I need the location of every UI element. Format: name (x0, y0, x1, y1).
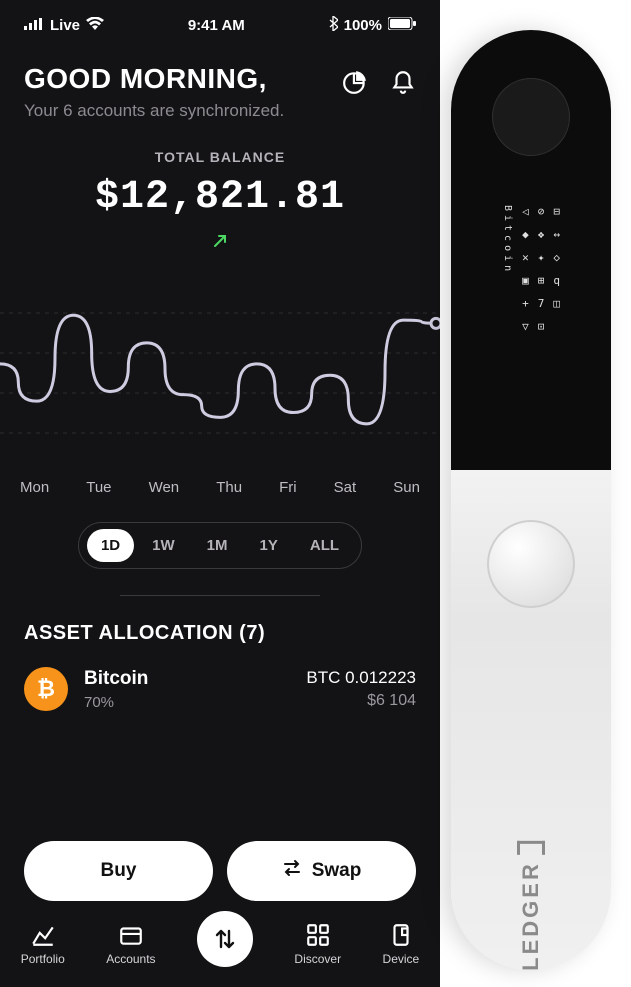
divider (120, 595, 320, 596)
battery-icon (388, 17, 416, 34)
total-balance-label: TOTAL BALANCE (0, 149, 440, 165)
nav-device[interactable]: Device (383, 922, 420, 966)
asset-share: 70% (84, 694, 148, 711)
asset-allocation-section: ASSET ALLOCATION (7) ₿ Bitcoin 70% BTC 0… (0, 622, 440, 711)
x-tick: Wen (149, 479, 180, 496)
device-glyph: ⊟ (553, 205, 560, 218)
ledger-device: Bitcoin ◁ ◆ ✕ ▣ + ▽ ⊘ ❖ ✦ ⊞ 7 ⊡ ⊟ ↔ ◇ q ◫ LEDGER (451, 30, 611, 970)
nav-portfolio[interactable]: Portfolio (21, 922, 65, 966)
device-glyph: ◫ (553, 297, 560, 310)
ledger-brand-text: LEDGER (518, 861, 544, 970)
balance-chart[interactable] (0, 283, 440, 463)
device-glyph: 7 (538, 297, 545, 310)
chart-x-axis: Mon Tue Wen Thu Fri Sat Sun (0, 463, 440, 496)
device-glyph: ◁ (522, 205, 529, 218)
device-glyph: ↔ (553, 228, 560, 241)
asset-allocation-heading: ASSET ALLOCATION (7) (24, 622, 416, 645)
x-tick: Tue (86, 479, 111, 496)
device-glyph: ◇ (553, 251, 560, 264)
device-glyph: + (522, 297, 529, 310)
swap-button-label: Swap (312, 860, 362, 882)
wifi-icon (86, 17, 104, 34)
buy-button-label: Buy (101, 860, 137, 882)
x-tick: Sun (393, 479, 420, 496)
greeting-subtitle: Your 6 accounts are synchronized. (24, 101, 284, 121)
device-glyph: ✕ (522, 251, 529, 264)
device-glyph: ◆ (522, 228, 529, 241)
signal-icon (24, 17, 44, 34)
device-glyph: q (553, 274, 560, 287)
ledger-brand: LEDGER (517, 841, 545, 970)
header: GOOD MORNING, Your 6 accounts are synchr… (0, 45, 440, 131)
device-screen-label: Bitcoin (502, 205, 513, 275)
swap-icon (282, 859, 302, 883)
device-screen: Bitcoin ◁ ◆ ✕ ▣ + ▽ ⊘ ❖ ✦ ⊞ 7 ⊡ ⊟ ↔ ◇ q ◫ (475, 205, 587, 440)
nav-transfer-button[interactable] (197, 911, 253, 967)
bottom-nav: Portfolio Accounts Discover Device (0, 901, 440, 987)
bluetooth-icon (329, 16, 338, 35)
battery-label: 100% (344, 17, 382, 34)
range-option-1m[interactable]: 1M (193, 529, 242, 562)
statusbar: Live 9:41 AM 100% (0, 0, 440, 45)
total-balance-value: $12,821.81 (0, 175, 440, 220)
action-row: Buy Swap (0, 841, 440, 901)
device-top-button[interactable] (492, 78, 570, 156)
device-glyph: ✦ (538, 251, 545, 264)
device-glyph: ⊘ (538, 205, 545, 218)
range-option-1w[interactable]: 1W (138, 529, 189, 562)
asset-value: $6 104 (306, 692, 416, 710)
nav-accounts[interactable]: Accounts (106, 922, 155, 966)
app-screen: Live 9:41 AM 100% GOOD MORNING, Your 6 a… (0, 0, 440, 987)
nav-discover[interactable]: Discover (294, 922, 341, 966)
x-tick: Mon (20, 479, 49, 496)
x-tick: Fri (279, 479, 297, 496)
nav-device-label: Device (383, 952, 420, 966)
device-glyph: ❖ (538, 228, 545, 241)
device-top-shell: Bitcoin ◁ ◆ ✕ ▣ + ▽ ⊘ ❖ ✦ ⊞ 7 ⊡ ⊟ ↔ ◇ q ◫ (451, 30, 611, 470)
range-option-1y[interactable]: 1Y (246, 529, 292, 562)
range-option-all[interactable]: ALL (296, 529, 353, 562)
buy-button[interactable]: Buy (24, 841, 213, 901)
carrier-label: Live (50, 17, 80, 34)
x-tick: Sat (334, 479, 357, 496)
x-tick: Thu (216, 479, 242, 496)
nav-accounts-label: Accounts (106, 952, 155, 966)
clock: 9:41 AM (188, 17, 245, 34)
device-glyph: ⊡ (538, 320, 545, 333)
piechart-icon[interactable] (342, 69, 368, 95)
device-bottom-shell: LEDGER (451, 470, 611, 970)
total-balance: TOTAL BALANCE $12,821.81 (0, 131, 440, 263)
greeting-title: GOOD MORNING, (24, 63, 284, 95)
nav-portfolio-label: Portfolio (21, 952, 65, 966)
device-glyph: ▽ (522, 320, 529, 333)
range-selector[interactable]: 1D1W1M1YALL (78, 522, 362, 569)
bell-icon[interactable] (390, 69, 416, 95)
device-glyph: ⊞ (538, 274, 545, 287)
range-option-1d[interactable]: 1D (87, 529, 134, 562)
device-glyph: ▣ (522, 274, 529, 287)
asset-name: Bitcoin (84, 668, 148, 690)
coin-icon: ₿ (24, 667, 68, 711)
swap-button[interactable]: Swap (227, 841, 416, 901)
nav-discover-label: Discover (294, 952, 341, 966)
asset-amount: BTC 0.012223 (306, 668, 416, 688)
device-bottom-button[interactable] (487, 520, 575, 608)
asset-row[interactable]: ₿ Bitcoin 70% BTC 0.012223 $6 104 (24, 667, 416, 711)
trend-up-icon (0, 232, 440, 255)
